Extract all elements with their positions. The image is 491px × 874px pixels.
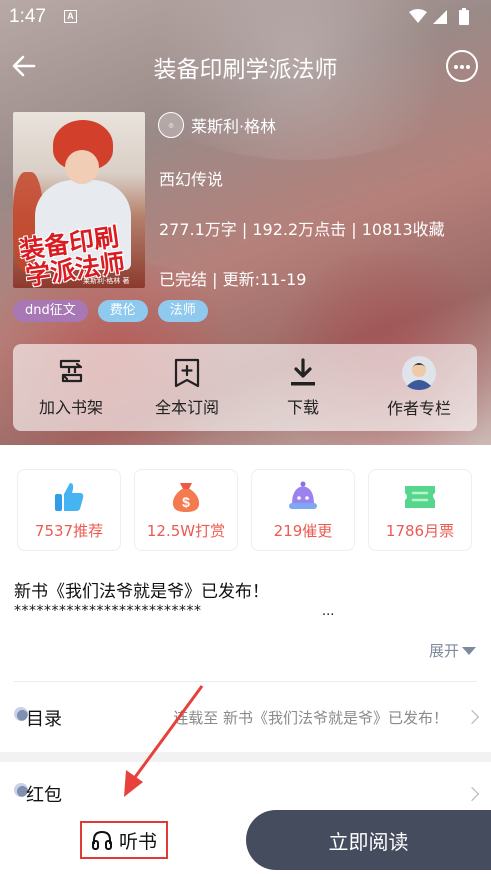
status-bar: 1:47 A: [0, 0, 491, 34]
catalog-label: 目录: [26, 709, 62, 730]
expand-button[interactable]: 展开: [429, 640, 476, 661]
subscribe-icon: [174, 358, 200, 388]
catalog-row[interactable]: 目录 连载至 新书《我们法爷就是爷》已发布！: [0, 690, 491, 744]
book-status: 已完结 | 更新:11-19: [159, 270, 307, 289]
author-link[interactable]: ◎ 莱斯利·格林: [158, 111, 276, 139]
recommend-card[interactable]: 7537推荐: [17, 469, 121, 551]
listen-label: 听书: [118, 830, 157, 853]
tip-card[interactable]: $ 12.5W打赏: [134, 469, 238, 551]
add-to-shelf-button[interactable]: 加入书架: [13, 344, 129, 431]
book-genre: 西幻传说: [159, 170, 224, 189]
thumbs-up-icon: [55, 483, 84, 511]
tag[interactable]: 法师: [157, 300, 208, 322]
bell-icon: [289, 481, 317, 509]
read-now-button[interactable]: 立即阅读: [246, 810, 491, 870]
ticket-icon: [405, 486, 435, 508]
notice-title: 新书《我们法爷就是爷》已发布！: [14, 582, 269, 602]
divider: [14, 681, 477, 682]
page-title: 装备印刷学派法师: [153, 57, 338, 83]
author-avatar-icon: ◎: [158, 112, 184, 138]
catalog-latest-chapter: 连载至 新书《我们法爷就是爷》已发布！: [173, 709, 448, 727]
svg-text:$: $: [182, 494, 190, 510]
author-column-button[interactable]: 作者专栏: [361, 344, 477, 431]
urge-update-card[interactable]: 219催更: [251, 469, 355, 551]
arrow-left-icon[interactable]: [8, 50, 40, 82]
headphones-icon: [91, 830, 112, 850]
chevron-right-icon: [464, 786, 480, 802]
chevron-right-icon: [464, 709, 480, 725]
system-icons: [409, 8, 469, 25]
status-time: 1:47: [9, 6, 46, 27]
listen-book-button[interactable]: 听书: [80, 821, 168, 859]
notice-body: *************************: [14, 603, 202, 619]
notification-a-icon: A: [64, 10, 77, 23]
tag-list: dnd征文 费伦 法师: [13, 300, 208, 322]
more-horizontal-icon[interactable]: [446, 50, 478, 82]
download-icon: [291, 358, 315, 386]
tag[interactable]: dnd征文: [13, 300, 88, 322]
triangle-down-icon: [462, 646, 476, 655]
section-separator: [0, 752, 491, 762]
bookshelf-icon: [59, 359, 83, 383]
expand-label: 展开: [428, 642, 459, 660]
monthly-ticket-card[interactable]: 1786月票: [368, 469, 472, 551]
bottom-bar: 听书 立即阅读: [0, 808, 491, 874]
red-packet-row[interactable]: 红包: [0, 764, 491, 814]
nav-bar: 装备印刷学派法师: [0, 42, 491, 90]
money-bag-icon: $: [172, 483, 200, 512]
cover-author: 莱斯利·格林 著: [83, 277, 130, 285]
notice-ellipsis: ...: [322, 604, 335, 619]
action-bar: 加入书架 全本订阅 下载 作者专栏: [13, 344, 477, 431]
subscribe-all-button[interactable]: 全本订阅: [129, 344, 245, 431]
author-avatar-icon: [402, 356, 436, 390]
author-name: 莱斯利·格林: [191, 117, 277, 136]
download-button[interactable]: 下载: [245, 344, 361, 431]
book-header-background: 1:47 A 装备印刷学派法师 装备印刷 学派法师 莱斯利·格林 著 ◎ 莱斯利…: [0, 0, 491, 445]
stats-row: 7537推荐 $ 12.5W打赏 219催更 1786月票: [17, 469, 475, 551]
book-cover[interactable]: 装备印刷 学派法师 莱斯利·格林 著: [13, 112, 145, 288]
red-packet-label: 红包: [26, 785, 62, 806]
tag[interactable]: 费伦: [97, 300, 148, 322]
book-stats: 277.1万字 | 192.2万点击 | 10813收藏: [159, 220, 445, 239]
